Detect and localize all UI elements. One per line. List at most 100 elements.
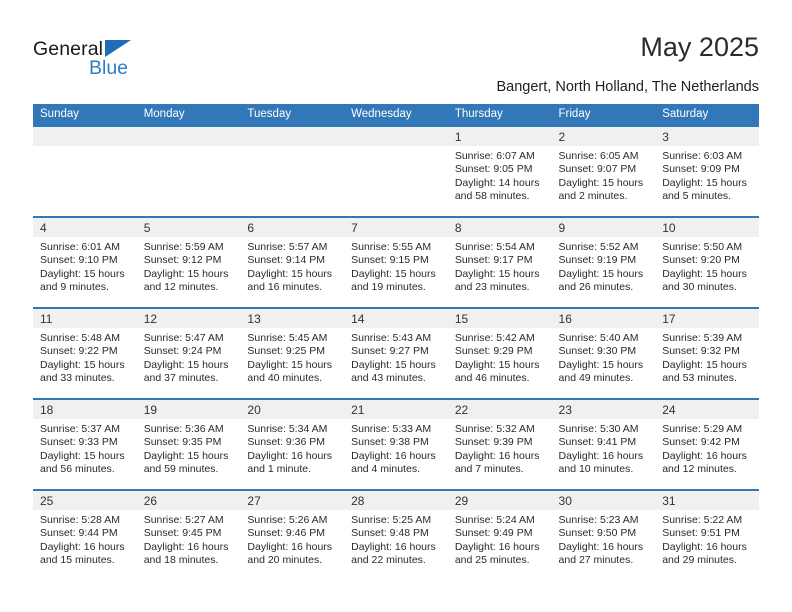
day-number-band: 16: [551, 309, 656, 328]
daylight-duration-line1: Daylight: 16 hours: [454, 449, 540, 462]
calendar-day-cell[interactable]: 1 Sunrise: 6:07 AM Sunset: 9:05 PM Daylight…: [447, 125, 552, 216]
sunset-time: Sunset: 9:12 PM: [143, 254, 222, 267]
calendar-day-cell[interactable]: 14 Sunrise: 5:43 AM Sunset: 9:27 PM Dayligh…: [344, 307, 448, 398]
calendar-day-cell[interactable]: 28 Sunrise: 5:25 AM Sunset: 9:48 PM Dayligh…: [344, 489, 448, 580]
calendar-day-cell[interactable]: 31 Sunrise: 5:22 AM Sunset: 9:51 PM Dayligh…: [655, 489, 759, 580]
day-details: Sunrise: 5:54 AM Sunset: 9:17 PM Daylight:…: [448, 237, 552, 295]
day-number-band: 27: [240, 491, 345, 510]
day-details: [137, 146, 241, 150]
sunset-time: Sunset: 9:49 PM: [454, 527, 533, 540]
day-cell-inner: 25 Sunrise: 5:28 AM Sunset: 9:44 PM Dayligh…: [33, 489, 137, 580]
calendar-day-cell[interactable]: 27 Sunrise: 5:26 AM Sunset: 9:46 PM Dayligh…: [240, 489, 345, 580]
calendar-day-cell[interactable]: 16 Sunrise: 5:40 AM Sunset: 9:30 PM Dayligh…: [551, 307, 656, 398]
day-number: 15: [454, 312, 469, 326]
calendar-day-cell[interactable]: 20 Sunrise: 5:34 AM Sunset: 9:36 PM Dayligh…: [240, 398, 345, 489]
calendar-day-cell[interactable]: 23 Sunrise: 5:30 AM Sunset: 9:41 PM Dayligh…: [551, 398, 656, 489]
day-details: Sunrise: 5:27 AM Sunset: 9:45 PM Daylight:…: [137, 510, 241, 568]
day-number: 14: [351, 312, 365, 326]
day-cell-inner: 5 Sunrise: 5:59 AM Sunset: 9:12 PM Daylight…: [136, 216, 241, 307]
calendar-day-cell[interactable]: 4 Sunrise: 6:01 AM Sunset: 9:10 PM Daylight…: [33, 216, 137, 307]
daylight-duration-line2: and 33 minutes.: [40, 372, 115, 385]
day-number: 25: [40, 494, 54, 508]
sunset-time: Sunset: 9:27 PM: [351, 345, 429, 358]
calendar-day-cell[interactable]: 12 Sunrise: 5:47 AM Sunset: 9:24 PM Dayligh…: [136, 307, 241, 398]
calendar-day-cell[interactable]: 7 Sunrise: 5:55 AM Sunset: 9:15 PM Daylight…: [344, 216, 448, 307]
calendar-day-cell[interactable]: 21 Sunrise: 5:33 AM Sunset: 9:38 PM Dayligh…: [344, 398, 448, 489]
calendar-day-cell[interactable]: 10 Sunrise: 5:50 AM Sunset: 9:20 PM Dayligh…: [655, 216, 759, 307]
day-number-band: 20: [240, 400, 345, 419]
calendar-day-cell[interactable]: 8 Sunrise: 5:54 AM Sunset: 9:17 PM Daylight…: [447, 216, 552, 307]
calendar-day-cell[interactable]: 11 Sunrise: 5:48 AM Sunset: 9:22 PM Dayligh…: [33, 307, 137, 398]
daylight-duration-line2: and 40 minutes.: [247, 372, 323, 385]
calendar-day-cell[interactable]: 18 Sunrise: 5:37 AM Sunset: 9:33 PM Dayligh…: [33, 398, 137, 489]
sunset-time: Sunset: 9:17 PM: [454, 254, 533, 267]
day-number-band: [136, 127, 241, 146]
daylight-duration-line2: and 16 minutes.: [247, 281, 323, 294]
day-details: Sunrise: 5:22 AM Sunset: 9:51 PM Daylight:…: [655, 510, 759, 568]
day-cell-inner: 26 Sunrise: 5:27 AM Sunset: 9:45 PM Dayligh…: [136, 489, 241, 580]
day-number: [240, 127, 344, 130]
weekday-header-monday: Monday: [136, 104, 241, 125]
calendar-day-cell[interactable]: 22 Sunrise: 5:32 AM Sunset: 9:39 PM Dayligh…: [447, 398, 552, 489]
day-number-band: 12: [136, 309, 241, 328]
sunrise-time: Sunrise: 5:48 AM: [40, 332, 120, 344]
daylight-duration-line1: Daylight: 15 hours: [143, 267, 229, 280]
day-number-band: 26: [136, 491, 241, 510]
calendar-day-cell[interactable]: 24 Sunrise: 5:29 AM Sunset: 9:42 PM Dayligh…: [655, 398, 759, 489]
daylight-duration-line2: and 10 minutes.: [558, 463, 634, 476]
day-number-band: 6: [240, 218, 345, 237]
sunset-time: Sunset: 9:32 PM: [662, 345, 740, 358]
sunset-time: Sunset: 9:42 PM: [662, 436, 740, 449]
day-number: 7: [351, 221, 358, 235]
calendar-day-cell[interactable]: 9 Sunrise: 5:52 AM Sunset: 9:19 PM Daylight…: [551, 216, 656, 307]
daylight-duration-line1: Daylight: 15 hours: [143, 358, 229, 371]
day-number-band: 22: [447, 400, 552, 419]
day-cell-inner: 15 Sunrise: 5:42 AM Sunset: 9:29 PM Dayligh…: [447, 307, 552, 398]
day-number: 30: [558, 494, 572, 508]
general-blue-logo[interactable]: General Blue: [33, 38, 193, 86]
daylight-duration-line2: and 37 minutes.: [143, 372, 219, 385]
day-number: 18: [40, 403, 54, 417]
daylight-duration-line2: and 30 minutes.: [662, 281, 737, 294]
daylight-duration-line2: and 58 minutes.: [454, 190, 530, 203]
calendar-day-cell[interactable]: 30 Sunrise: 5:23 AM Sunset: 9:50 PM Dayligh…: [551, 489, 656, 580]
calendar-day-cell[interactable]: 15 Sunrise: 5:42 AM Sunset: 9:29 PM Dayligh…: [447, 307, 552, 398]
day-number-band: 7: [344, 218, 448, 237]
sunrise-time: Sunrise: 5:57 AM: [247, 241, 328, 253]
calendar-day-cell[interactable]: 5 Sunrise: 5:59 AM Sunset: 9:12 PM Daylight…: [136, 216, 241, 307]
calendar-empty-cell: [136, 125, 241, 216]
calendar-week-row: 4 Sunrise: 6:01 AM Sunset: 9:10 PM Daylight…: [33, 216, 759, 307]
calendar-page: General Blue May 2025 Bangert, North Hol…: [0, 0, 792, 612]
sunset-time: Sunset: 9:14 PM: [247, 254, 326, 267]
calendar-week-row: 25 Sunrise: 5:28 AM Sunset: 9:44 PM Dayligh…: [33, 489, 759, 580]
day-number: 9: [558, 221, 566, 235]
calendar-day-cell[interactable]: 3 Sunrise: 6:03 AM Sunset: 9:09 PM Daylight…: [655, 125, 759, 216]
day-number: 13: [247, 312, 261, 326]
day-number-band: 29: [447, 491, 552, 510]
weekday-header-tuesday: Tuesday: [240, 104, 345, 125]
calendar-day-cell[interactable]: 17 Sunrise: 5:39 AM Sunset: 9:32 PM Dayligh…: [655, 307, 759, 398]
calendar-day-cell[interactable]: 2 Sunrise: 6:05 AM Sunset: 9:07 PM Daylight…: [551, 125, 656, 216]
day-details: Sunrise: 5:26 AM Sunset: 9:46 PM Daylight:…: [240, 510, 344, 568]
sunrise-time: Sunrise: 5:47 AM: [143, 332, 224, 344]
sunrise-time: Sunrise: 5:52 AM: [558, 241, 639, 253]
calendar-day-cell[interactable]: 26 Sunrise: 5:27 AM Sunset: 9:45 PM Dayligh…: [136, 489, 241, 580]
day-number: 31: [662, 494, 676, 508]
calendar-day-cell[interactable]: 19 Sunrise: 5:36 AM Sunset: 9:35 PM Dayligh…: [136, 398, 241, 489]
calendar-day-cell[interactable]: 6 Sunrise: 5:57 AM Sunset: 9:14 PM Daylight…: [240, 216, 345, 307]
daylight-duration-line1: Daylight: 16 hours: [40, 540, 125, 553]
day-number-band: 30: [551, 491, 656, 510]
day-number: 26: [143, 494, 158, 508]
daylight-duration-line1: Daylight: 15 hours: [40, 267, 125, 280]
calendar-day-cell[interactable]: 13 Sunrise: 5:45 AM Sunset: 9:25 PM Dayligh…: [240, 307, 345, 398]
day-number: 23: [558, 403, 572, 417]
sunset-time: Sunset: 9:39 PM: [454, 436, 533, 449]
daylight-duration-line2: and 25 minutes.: [454, 554, 530, 567]
day-details: Sunrise: 5:23 AM Sunset: 9:50 PM Daylight:…: [552, 510, 656, 568]
calendar-day-cell[interactable]: 25 Sunrise: 5:28 AM Sunset: 9:44 PM Dayligh…: [33, 489, 137, 580]
day-number-band: 31: [655, 491, 759, 510]
calendar-day-cell[interactable]: 29 Sunrise: 5:24 AM Sunset: 9:49 PM Dayligh…: [447, 489, 552, 580]
sunrise-time: Sunrise: 5:59 AM: [143, 241, 224, 253]
daylight-duration-line2: and 1 minute.: [247, 463, 312, 476]
day-cell-inner: 9 Sunrise: 5:52 AM Sunset: 9:19 PM Daylight…: [551, 216, 656, 307]
